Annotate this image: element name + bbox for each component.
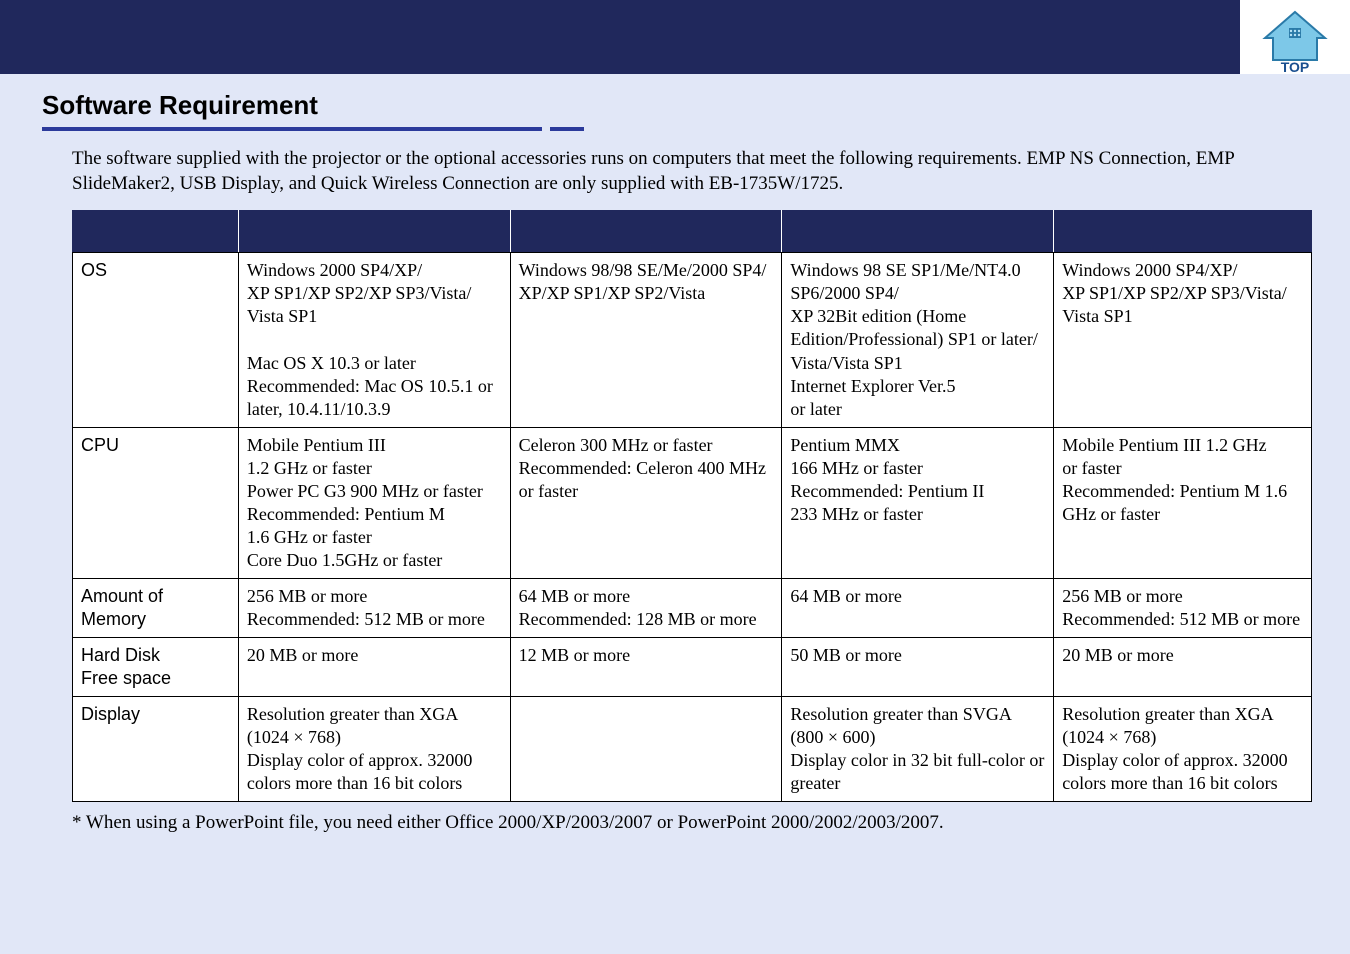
table-row: Display Resolution greater than XGA (102…: [73, 696, 1312, 801]
cell: 50 MB or more: [782, 637, 1054, 696]
section-title: Software Requirement: [42, 90, 1308, 121]
cell: Windows 98 SE SP1/Me/NT4.0 SP6/2000 SP4/…: [782, 253, 1054, 427]
row-label-os: OS: [73, 253, 239, 427]
home-icon[interactable]: TOP: [1259, 10, 1331, 74]
cell: Windows 2000 SP4/XP/ XP SP1/XP SP2/XP SP…: [238, 253, 510, 427]
spec-table-wrap: OS Windows 2000 SP4/XP/ XP SP1/XP SP2/XP…: [72, 210, 1312, 802]
table-header-col4: [782, 211, 1054, 253]
row-label-cpu: CPU: [73, 427, 239, 578]
row-label-harddisk: Hard Disk Free space: [73, 637, 239, 696]
cell: Resolution greater than SVGA (800 × 600)…: [782, 696, 1054, 801]
cell: Mobile Pentium III 1.2 GHz or faster Pow…: [238, 427, 510, 578]
table-body: OS Windows 2000 SP4/XP/ XP SP1/XP SP2/XP…: [73, 253, 1312, 802]
table-header-row: [73, 211, 1312, 253]
top-header-bar: TOP: [0, 0, 1350, 74]
row-label-memory: Amount of Memory: [73, 578, 239, 637]
cell: 20 MB or more: [238, 637, 510, 696]
cell: Resolution greater than XGA (1024 × 768)…: [1054, 696, 1312, 801]
intro-paragraph: The software supplied with the projector…: [72, 147, 1302, 196]
title-underline: [42, 127, 584, 131]
table-row: CPU Mobile Pentium III 1.2 GHz or faster…: [73, 427, 1312, 578]
cell: 64 MB or more Recommended: 128 MB or mor…: [510, 578, 782, 637]
header-dark-strip: [0, 0, 1240, 74]
footnote: * When using a PowerPoint file, you need…: [72, 812, 1308, 834]
top-label: TOP: [1281, 59, 1310, 74]
table-row: OS Windows 2000 SP4/XP/ XP SP1/XP SP2/XP…: [73, 253, 1312, 427]
spec-table: OS Windows 2000 SP4/XP/ XP SP1/XP SP2/XP…: [72, 210, 1312, 802]
cell: 256 MB or more Recommended: 512 MB or mo…: [1054, 578, 1312, 637]
table-header-col3: [510, 211, 782, 253]
table-header-col2: [238, 211, 510, 253]
cell: Pentium MMX 166 MHz or faster Recommende…: [782, 427, 1054, 578]
cell: [510, 696, 782, 801]
table-header-col5: [1054, 211, 1312, 253]
cell: 256 MB or more Recommended: 512 MB or mo…: [238, 578, 510, 637]
cell: 20 MB or more: [1054, 637, 1312, 696]
header-home-area: TOP: [1240, 0, 1350, 74]
table-header-blank: [73, 211, 239, 253]
table-row: Amount of Memory 256 MB or more Recommen…: [73, 578, 1312, 637]
cell: Windows 2000 SP4/XP/ XP SP1/XP SP2/XP SP…: [1054, 253, 1312, 427]
page-content: Software Requirement The software suppli…: [0, 74, 1350, 834]
cell: Windows 98/98 SE/Me/2000 SP4/ XP/XP SP1/…: [510, 253, 782, 427]
cell: 64 MB or more: [782, 578, 1054, 637]
cell: Celeron 300 MHz or faster Recommended: C…: [510, 427, 782, 578]
cell: Mobile Pentium III 1.2 GHz or faster Rec…: [1054, 427, 1312, 578]
row-label-display: Display: [73, 696, 239, 801]
cell: Resolution greater than XGA (1024 × 768)…: [238, 696, 510, 801]
cell: 12 MB or more: [510, 637, 782, 696]
table-row: Hard Disk Free space 20 MB or more 12 MB…: [73, 637, 1312, 696]
